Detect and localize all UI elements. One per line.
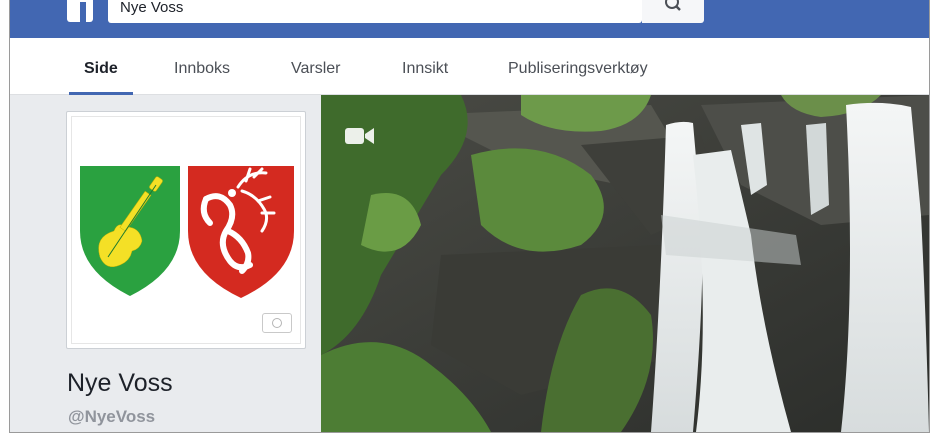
search-input[interactable] — [120, 0, 620, 18]
left-column: Nye Voss @NyeVoss — [10, 95, 321, 432]
search-button[interactable] — [642, 0, 704, 23]
tab-innboks[interactable]: Innboks — [174, 38, 230, 94]
page-name: Nye Voss — [67, 369, 173, 397]
page-handle[interactable]: @NyeVoss — [68, 407, 155, 427]
facebook-page-frame: Side Innboks Varsler Innsikt Publisering… — [9, 0, 930, 433]
page-tabs: Side Innboks Varsler Innsikt Publisering… — [10, 38, 929, 95]
profile-picture[interactable] — [66, 111, 306, 349]
tab-publiseringsverktoy[interactable]: Publiseringsverktøy — [508, 38, 648, 94]
facebook-logo-icon[interactable] — [67, 0, 93, 24]
tab-side[interactable]: Side — [69, 38, 133, 95]
video-camera-icon[interactable] — [345, 126, 375, 146]
cover-photo[interactable] — [321, 95, 929, 432]
search-icon — [665, 0, 681, 11]
coat-of-arms-image — [80, 166, 294, 298]
profile-camera-icon[interactable] — [262, 313, 292, 333]
waterfall-cover-image — [321, 95, 929, 432]
tab-varsler[interactable]: Varsler — [291, 38, 341, 94]
top-bar — [10, 0, 929, 38]
profile-picture-frame — [71, 116, 301, 344]
tab-innsikt[interactable]: Innsikt — [402, 38, 448, 94]
search-box[interactable] — [108, 0, 642, 23]
